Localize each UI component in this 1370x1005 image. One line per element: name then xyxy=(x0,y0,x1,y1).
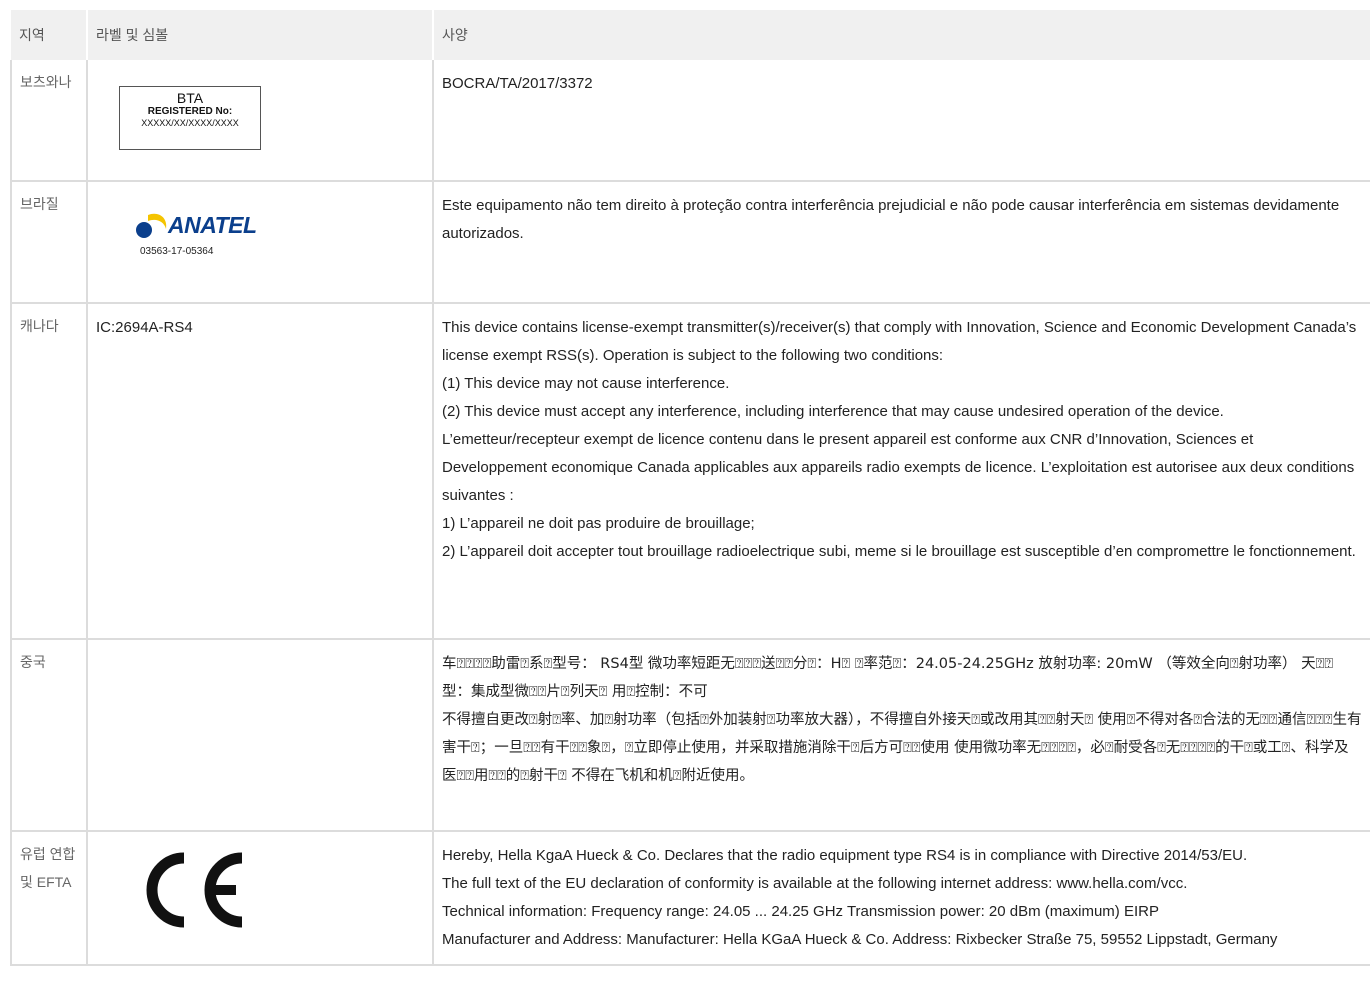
anatel-number: 03563-17-05364 xyxy=(140,246,214,257)
spec-paragraph: 车⍰⍰⍰⍰助雷⍰系⍰型号： RS4型 微功率短距无⍰⍰⍰送⍰⍰分⍰：H⍰ ⍰率范… xyxy=(442,656,1334,700)
header-spec: 사양 xyxy=(432,10,1370,60)
header-label: 라벨 및 심볼 xyxy=(86,10,433,60)
region-cell: 브라질 xyxy=(10,181,88,304)
ce-mark-icon xyxy=(146,852,243,928)
spec-paragraph: L’emetteur/recepteur exempt de licence c… xyxy=(442,431,1355,504)
spec-paragraph: (2) This device must accept any interfer… xyxy=(442,403,1224,420)
table-row-china: 중국 车⍰⍰⍰⍰助雷⍰系⍰型号： RS4型 微功率短距无⍰⍰⍰送⍰⍰分⍰：H⍰ … xyxy=(10,639,1370,832)
table-row-canada: 캐나다 IC:2694A-RS4 This device contains li… xyxy=(10,303,1370,640)
anatel-name: ANATEL xyxy=(168,212,257,238)
spec-cell: Hereby, Hella KgaA Hueck & Co. Declares … xyxy=(432,831,1370,966)
table-row-botswana: 보츠와나 BTA REGISTERED No: XXXXX/XX/XXXX/XX… xyxy=(10,60,1370,182)
spec-cell: This device contains license-exempt tran… xyxy=(432,303,1370,640)
region-cell: 보츠와나 xyxy=(10,60,88,182)
region-cell: 중국 xyxy=(10,639,88,832)
label-cell: IC:2694A-RS4 xyxy=(86,303,434,640)
header-region: 지역 xyxy=(11,10,87,60)
bta-registered-text: REGISTERED No: xyxy=(147,106,233,117)
anatel-logo: ANATEL 03563-17-05364 xyxy=(134,208,274,259)
bta-registration-label: BTA REGISTERED No: XXXXX/XX/XXXX/XXXX xyxy=(119,86,261,150)
spec-paragraph: This device contains license-exempt tran… xyxy=(442,319,1357,364)
spec-paragraph: Manufacturer and Address: Manufacturer: … xyxy=(442,931,1278,948)
compliance-table-container: 지역 라벨 및 심볼 사양 보츠와나 BTA REGISTERED No: XX… xyxy=(10,10,1370,966)
label-cell: BTA REGISTERED No: XXXXX/XX/XXXX/XXXX xyxy=(86,60,434,182)
spec-paragraph: Technical information: Frequency range: … xyxy=(442,903,1159,920)
spec-cell: BOCRA/TA/2017/3372 xyxy=(432,60,1370,182)
region-cell: 캐나다 xyxy=(10,303,88,640)
label-cell: ANATEL 03563-17-05364 xyxy=(86,181,434,304)
compliance-table: 지역 라벨 및 심볼 사양 보츠와나 BTA REGISTERED No: XX… xyxy=(10,10,1370,966)
anatel-emblem-icon xyxy=(136,213,167,238)
spec-paragraph: 2) L’appareil doit accepter tout brouill… xyxy=(442,543,1356,560)
spec-paragraph: (1) This device may not cause interferen… xyxy=(442,375,730,392)
spec-paragraph: 不得擅自更改⍰射⍰率、加⍰射功率（包括⍰外加装射⍰功率放大器），不得擅自外接天⍰… xyxy=(442,712,1362,784)
bta-title: BTA xyxy=(176,90,204,106)
table-header: 지역 라벨 및 심볼 사양 xyxy=(11,10,1370,60)
spec-paragraph: Hereby, Hella KgaA Hueck & Co. Declares … xyxy=(442,847,1248,864)
label-cell xyxy=(86,831,434,966)
table-row-brazil: 브라질 ANATEL 03563-17-05364 Este equipamen… xyxy=(10,181,1370,304)
region-cell: 유럽 연합 및 EFTA xyxy=(10,831,88,966)
table-row-eu-efta: 유럽 연합 및 EFTA Hereby, Hella KgaA Hueck & … xyxy=(10,831,1370,966)
spec-cell: Este equipamento não tem direito à prote… xyxy=(432,181,1370,304)
spec-cell: 车⍰⍰⍰⍰助雷⍰系⍰型号： RS4型 微功率短距无⍰⍰⍰送⍰⍰分⍰：H⍰ ⍰率范… xyxy=(432,639,1370,832)
spec-paragraph: 1) L’appareil ne doit pas produire de br… xyxy=(442,515,755,532)
label-cell xyxy=(86,639,434,832)
spec-paragraph: The full text of the EU declaration of c… xyxy=(442,875,1188,892)
bta-number-placeholder: XXXXX/XX/XXXX/XXXX xyxy=(141,118,239,128)
